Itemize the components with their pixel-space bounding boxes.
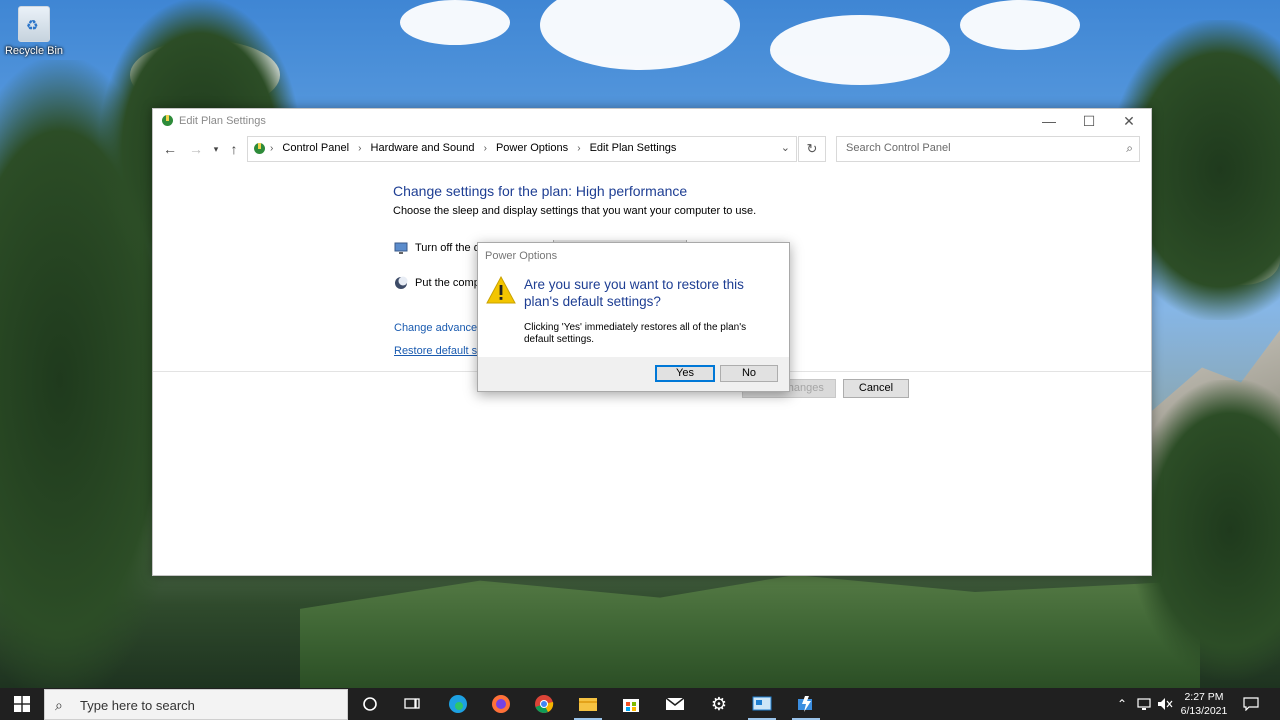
turn-off-display-setting: Turn off the d	[394, 241, 480, 255]
windows-logo-icon	[14, 696, 30, 712]
cortana-icon[interactable]	[348, 688, 392, 720]
yes-button[interactable]: Yes	[655, 365, 715, 382]
volume-muted-icon[interactable]	[1155, 688, 1175, 720]
search-icon: ⌕	[55, 697, 63, 713]
tree-right-bottom	[1130, 380, 1280, 680]
breadcrumb-separator-icon: ›	[577, 143, 581, 154]
power-options-dialog: Power Options Are you sure you want to r…	[477, 242, 790, 392]
page-title: Change settings for the plan: High perfo…	[393, 183, 688, 199]
breadcrumb-hardware-and-sound[interactable]: Hardware and Sound	[371, 142, 475, 154]
breadcrumb-power-options[interactable]: Power Options	[496, 142, 568, 154]
back-arrow-icon[interactable]: ←	[161, 139, 179, 159]
cloud	[960, 0, 1080, 50]
close-button[interactable]: ✕	[1109, 109, 1149, 133]
clock-time: 2:27 PM	[1184, 691, 1224, 703]
restore-default-settings-link[interactable]: Restore default se	[394, 345, 483, 357]
navigation-bar: ← → ▾ ↑ › Control Panel › Hardware and S…	[153, 135, 1151, 163]
maximize-button[interactable]: ☐	[1069, 109, 1109, 133]
cloud	[770, 15, 950, 85]
cloud	[400, 0, 510, 45]
page-description: Choose the sleep and display settings th…	[393, 205, 757, 217]
control-panel-icon	[254, 143, 265, 154]
search-box[interactable]: ⌕	[836, 136, 1140, 162]
dialog-footer: Yes No	[478, 357, 789, 391]
refresh-icon[interactable]: ↻	[798, 136, 826, 162]
dialog-detail: Clicking 'Yes' immediately restores all …	[524, 322, 747, 345]
address-dropdown-chevron-icon[interactable]: ⌄	[781, 141, 790, 154]
cancel-button[interactable]: Cancel	[843, 379, 909, 398]
power-options-icon[interactable]	[784, 688, 828, 720]
monitor-icon	[394, 242, 408, 254]
clock-date: 6/13/2021	[1180, 705, 1228, 717]
turn-off-display-label: Turn off the d	[415, 241, 480, 254]
up-arrow-icon[interactable]: ↑	[225, 139, 243, 159]
settings-icon[interactable]: ⚙	[697, 688, 741, 720]
dialog-question: Are you sure you want to restore this pl…	[524, 277, 744, 309]
window-title: Edit Plan Settings	[179, 115, 266, 127]
recycle-bin-label: Recycle Bin	[4, 45, 64, 57]
breadcrumb-separator-icon: ›	[270, 143, 274, 154]
control-panel-icon[interactable]	[740, 688, 784, 720]
plan-settings-content: Change settings for the plan: High perfo…	[393, 183, 756, 217]
file-explorer-icon[interactable]	[566, 688, 610, 720]
store-icon[interactable]	[609, 688, 653, 720]
address-bar[interactable]: › Control Panel › Hardware and Sound › P…	[247, 136, 797, 162]
breadcrumb: › Control Panel › Hardware and Sound › P…	[268, 142, 676, 154]
no-button[interactable]: No	[720, 365, 778, 382]
search-icon[interactable]: ⌕	[1126, 141, 1133, 156]
moon-icon	[395, 276, 408, 289]
recycle-bin-icon: ♻	[18, 6, 50, 42]
dialog-title: Power Options	[485, 250, 558, 262]
system-clock[interactable]: 2:27 PM 6/13/2021	[1176, 690, 1232, 718]
forest-hills	[300, 575, 1200, 688]
firefox-icon[interactable]	[479, 688, 523, 720]
power-options-icon	[162, 115, 173, 126]
minimize-button[interactable]: —	[1029, 109, 1069, 133]
title-bar[interactable]: Edit Plan Settings — ☐ ✕	[153, 109, 1151, 133]
taskbar-search-box[interactable]: ⌕	[44, 689, 348, 720]
warning-icon	[486, 276, 516, 304]
task-view-icon[interactable]	[390, 688, 434, 720]
mail-icon[interactable]	[653, 688, 697, 720]
search-input[interactable]	[844, 141, 1108, 155]
chrome-icon[interactable]	[522, 688, 566, 720]
breadcrumb-control-panel[interactable]: Control Panel	[282, 142, 349, 154]
start-button[interactable]	[0, 688, 44, 720]
edge-icon[interactable]	[436, 688, 480, 720]
breadcrumb-separator-icon: ›	[483, 143, 487, 154]
sleep-setting: Put the comp	[394, 276, 480, 290]
forward-arrow-icon[interactable]: →	[187, 139, 205, 159]
recycle-bin-desktop-icon[interactable]: ♻ Recycle Bin	[4, 6, 64, 57]
change-advanced-settings-link[interactable]: Change advanced	[394, 322, 483, 334]
taskbar: ⌕ ⚙ ⌃ 2:27 PM 6/13/20	[0, 688, 1280, 720]
show-hidden-icons-chevron-icon[interactable]: ⌃	[1112, 688, 1132, 720]
cloud	[540, 0, 740, 70]
recent-locations-chevron-icon[interactable]: ▾	[207, 139, 225, 159]
breadcrumb-separator-icon: ›	[358, 143, 362, 154]
network-icon[interactable]	[1134, 688, 1154, 720]
sleep-label: Put the comp	[415, 276, 480, 289]
breadcrumb-edit-plan-settings[interactable]: Edit Plan Settings	[590, 142, 677, 154]
taskbar-search-input[interactable]	[78, 697, 332, 714]
notifications-icon[interactable]	[1240, 688, 1262, 720]
